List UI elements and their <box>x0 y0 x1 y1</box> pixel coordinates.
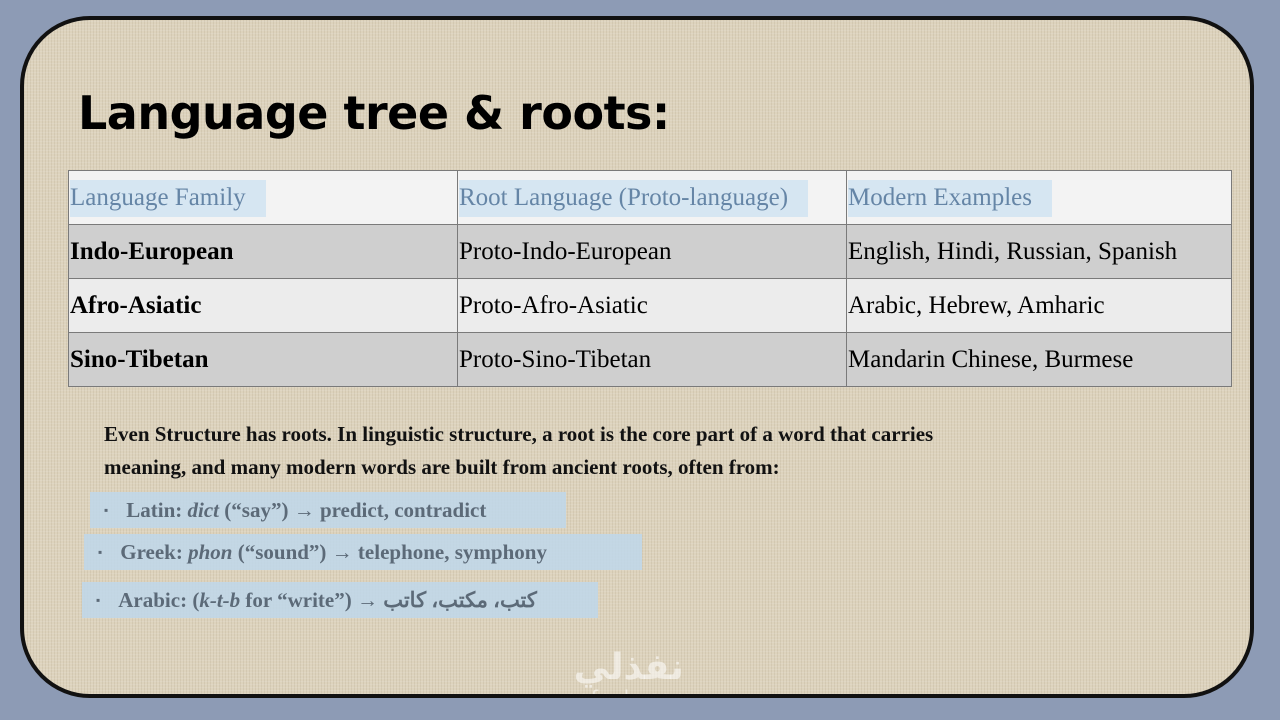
bullet-rest: (“say”) → predict, contradict <box>219 498 487 522</box>
cell-family: Sino-Tibetan <box>68 332 458 387</box>
bullet-latin: ▪ Latin: dict (“say”) → predict, contradi… <box>90 492 566 528</box>
bullet-arabic: ▪ Arabic: (k-t-b for “write”) → كتب، مكتب… <box>82 582 598 618</box>
header-root-language: Root Language (Proto-language) <box>457 170 847 225</box>
bullet-root: phon <box>188 540 233 564</box>
bullet-marker: ▪ <box>96 593 101 608</box>
roots-paragraph: Even Structure has roots. In linguistic … <box>104 418 1104 484</box>
cell-root: Proto-Afro-Asiatic <box>457 278 847 333</box>
language-family-table: Language Family Root Language (Proto-lan… <box>68 170 1232 387</box>
header-language-family: Language Family <box>68 170 458 225</box>
slide-title: Language tree & roots: <box>78 86 670 140</box>
table-row: Sino-Tibetan Proto-Sino-Tibetan Mandarin… <box>68 332 1232 387</box>
bullet-lead: Arabic: ( <box>118 588 200 612</box>
paragraph-line: Even Structure has roots. In linguistic … <box>104 422 934 446</box>
cell-family: Afro-Asiatic <box>68 278 458 333</box>
paragraph-line: meaning, and many modern words are built… <box>104 455 780 479</box>
header-modern-examples: Modern Examples <box>846 170 1232 225</box>
bullet-marker: ▪ <box>104 503 109 518</box>
table-row: Afro-Asiatic Proto-Afro-Asiatic Arabic, … <box>68 278 1232 333</box>
cell-examples: Arabic, Hebrew, Amharic <box>846 278 1232 333</box>
bullet-root: dict <box>187 498 220 522</box>
cell-examples: English, Hindi, Russian, Spanish <box>846 224 1232 279</box>
bullet-rest: for “write”) → كتب، مكتب، كاتب <box>240 588 537 612</box>
cell-root: Proto-Indo-European <box>457 224 847 279</box>
cell-family: Indo-European <box>68 224 458 279</box>
slide: Language tree & roots: Language Family R… <box>20 16 1254 698</box>
table-row: Indo-European Proto-Indo-European Englis… <box>68 224 1232 279</box>
watermark-logo: نفذلي <box>573 647 684 688</box>
table-header-row: Language Family Root Language (Proto-lan… <box>68 170 1232 225</box>
bullet-lead: Greek: <box>120 540 189 564</box>
watermark-site: nafezly.com <box>564 686 694 698</box>
bullet-lead: Latin: <box>126 498 188 522</box>
cell-root: Proto-Sino-Tibetan <box>457 332 847 387</box>
bullet-rest: (“sound”) → telephone, symphony <box>232 540 547 564</box>
bullet-marker: ▪ <box>98 545 103 560</box>
bullet-root: k-t-b <box>199 588 241 612</box>
cell-examples: Mandarin Chinese, Burmese <box>846 332 1232 387</box>
bullet-greek: ▪ Greek: phon (“sound”) → telephone, symp… <box>84 534 642 570</box>
watermark: نفذلي nafezly.com <box>564 647 694 698</box>
